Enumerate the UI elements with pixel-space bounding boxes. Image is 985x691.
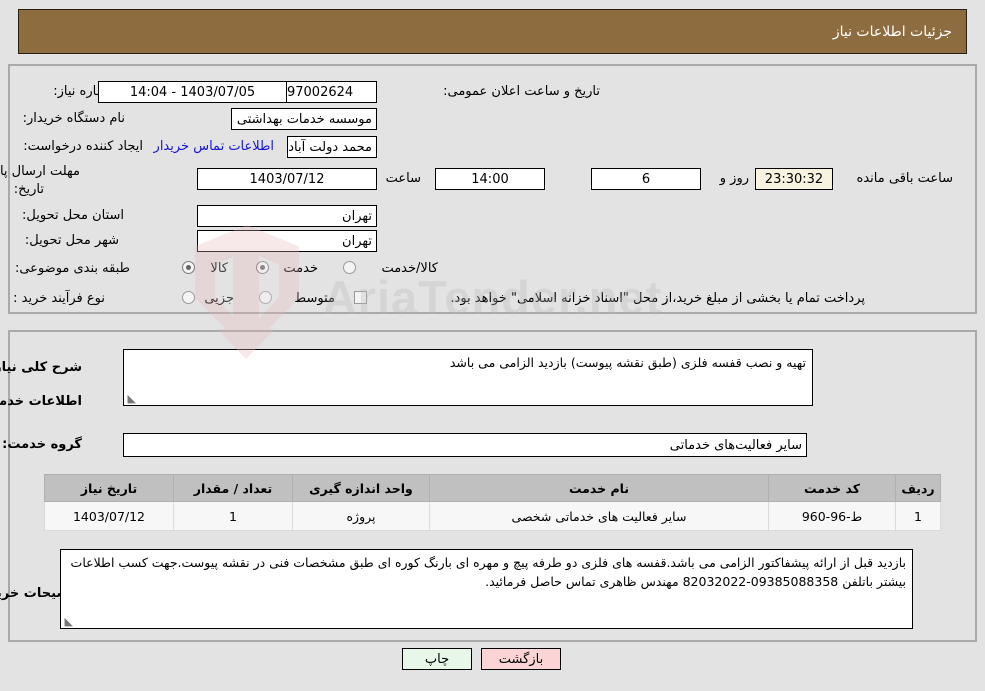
deadline-remaining-label: ساعت باقی مانده (856, 171, 953, 186)
col-code: کد خدمت (768, 474, 896, 502)
services-section-title: اطلاعات خدمات مورد نیاز (0, 394, 82, 409)
deadline-label-line1: مهلت ارسال پاسخ: تا (0, 164, 80, 179)
col-radif: ردیف (895, 474, 941, 502)
category-radio-khedmat[interactable] (256, 261, 269, 274)
services-table: ردیف کد خدمت نام خدمت واحد اندازه گیری ت… (44, 474, 941, 531)
cell-qty: 1 (173, 501, 293, 531)
cell-radif: 1 (895, 501, 941, 531)
page-root: جزئیات اطلاعات نیاز AriaTender.net شماره… (0, 0, 985, 691)
col-qty: تعداد / مقدار (173, 474, 293, 502)
category-radio-kala-khedmat[interactable] (343, 261, 356, 274)
buyer-contact-link[interactable]: اطلاعات تماس خریدار (154, 139, 274, 154)
province-value: تهران (197, 205, 377, 227)
treasury-bond-checkbox[interactable] (354, 291, 367, 304)
service-group-label: گروه خدمت: (2, 437, 82, 452)
cell-unit: پروژه (292, 501, 430, 531)
cell-code: ط-96-960 (768, 501, 896, 531)
table-row: 1 ط-96-960 سایر فعالیت های خدماتی شخصی پ… (44, 501, 941, 531)
announce-datetime-value: 1403/07/05 - 14:04 (98, 81, 287, 103)
deadline-time: 14:00 (435, 168, 545, 190)
province-label: استان محل تحویل: (22, 208, 124, 223)
service-group-value: سایر فعالیت‌های خدماتی (123, 433, 807, 457)
print-button[interactable]: چاپ (402, 648, 472, 670)
category-label: طبقه بندی موضوعی: (14, 261, 130, 276)
col-name: نام خدمت (429, 474, 769, 502)
city-label: شهر محل تحویل: (24, 233, 119, 248)
services-table-wrap: ردیف کد خدمت نام خدمت واحد اندازه گیری ت… (44, 474, 941, 531)
deadline-days: 6 (591, 168, 701, 190)
category-radio-kala[interactable] (182, 261, 195, 274)
deadline-date: 1403/07/12 (197, 168, 377, 190)
cell-name: سایر فعالیت های خدماتی شخصی (429, 501, 769, 531)
deadline-label-line2: تاریخ: (13, 182, 44, 197)
description-textarea[interactable]: تهیه و نصب قفسه فلزی (طبق نقشه پیوست) با… (123, 349, 813, 406)
announce-datetime-label: تاریخ و ساعت اعلان عمومی: (443, 84, 600, 99)
deadline-remaining: 23:30:32 (755, 168, 833, 190)
buyer-notes-value: بازدید قبل از ارائه پیشفاکتور الزامی می … (70, 555, 906, 589)
description-label: شرح کلی نیاز: (0, 360, 82, 375)
request-creator-label: ایجاد کننده درخواست: (23, 139, 143, 154)
resize-grip-icon-notes[interactable]: ◣ (63, 616, 73, 627)
page-header: جزئیات اطلاعات نیاز (18, 9, 967, 54)
category-option-kala-khedmat[interactable]: کالا/خدمت (381, 261, 438, 276)
description-value: تهیه و نصب قفسه فلزی (طبق نقشه پیوست) با… (449, 355, 806, 370)
back-button[interactable]: بازگشت (481, 648, 561, 670)
col-date: تاریخ نیاز (44, 474, 174, 502)
purchase-type-option-jozei[interactable]: جزیی (204, 291, 234, 306)
buyer-org-value: موسسه خدمات بهداشتی درمانی میلاد سلامت ت… (231, 108, 377, 130)
treasury-bond-note: پرداخت تمام یا بخشی از مبلغ خرید،از محل … (450, 291, 865, 306)
deadline-time-label: ساعت (385, 171, 421, 186)
page-title: جزئیات اطلاعات نیاز (832, 23, 952, 40)
table-header-row: ردیف کد خدمت نام خدمت واحد اندازه گیری ت… (44, 474, 941, 502)
buyer-notes-textarea[interactable]: بازدید قبل از ارائه پیشفاکتور الزامی می … (60, 549, 913, 629)
purchase-type-radio-motavaset[interactable] (259, 291, 272, 304)
category-option-khedmat[interactable]: خدمت (283, 261, 318, 276)
city-value: تهران (197, 230, 377, 252)
purchase-type-label: نوع فرآیند خرید : (13, 291, 105, 306)
category-option-kala[interactable]: کالا (210, 261, 228, 276)
purchase-type-radio-jozei[interactable] (182, 291, 195, 304)
col-unit: واحد اندازه گیری (292, 474, 430, 502)
resize-grip-icon[interactable]: ◣ (126, 393, 136, 404)
request-creator-value: محمد دولت آبادی کاربرداز موسسه خدمات بهد… (287, 136, 377, 158)
buyer-org-label: نام دستگاه خریدار: (22, 111, 125, 126)
purchase-type-option-motavaset[interactable]: متوسط (294, 291, 335, 306)
deadline-days-label: روز و (719, 171, 749, 186)
cell-date: 1403/07/12 (44, 501, 174, 531)
